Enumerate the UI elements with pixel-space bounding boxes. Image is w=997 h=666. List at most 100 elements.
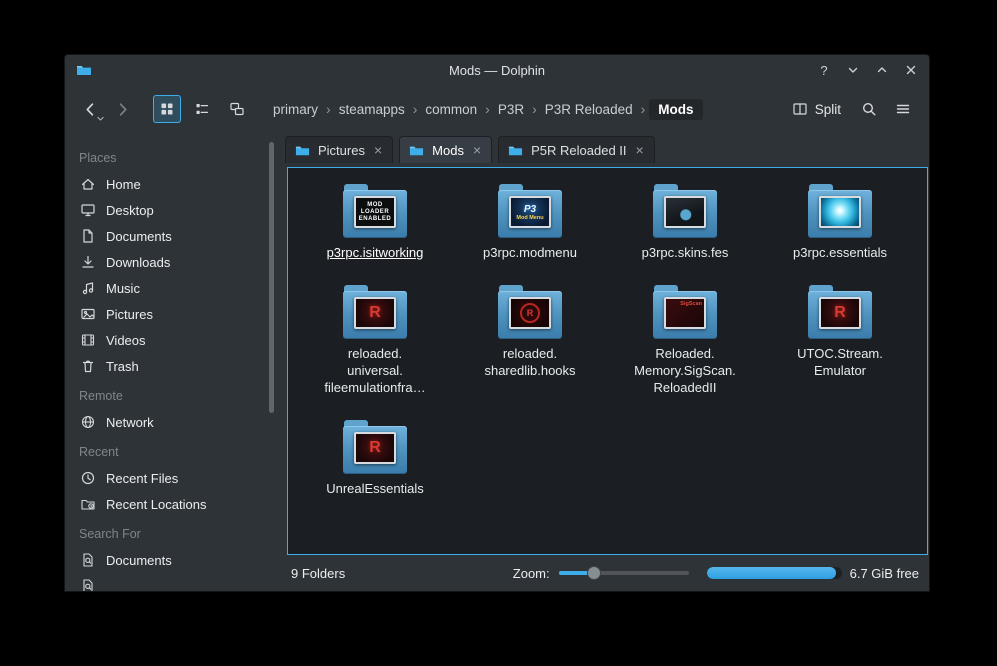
sidebar-item-pictures[interactable]: Pictures: [65, 301, 279, 327]
sidebar-item-network[interactable]: Network: [65, 409, 279, 435]
folder-icon: SigScan: [653, 285, 717, 339]
tab-label: P5R Reloaded II: [531, 142, 627, 158]
sidebar-item-label: Documents: [106, 228, 172, 244]
file-label: p3rpc.isitworking: [326, 245, 424, 260]
file-item[interactable]: R reloaded. sharedlib.hooks: [455, 285, 605, 379]
search-icon: [861, 101, 877, 117]
file-item[interactable]: P3 Mod Menu p3rpc.modmenu: [455, 184, 605, 261]
file-item[interactable]: SigScan Reloaded. Memory.SigScan. Reload…: [610, 285, 760, 396]
sidebar-item-documents[interactable]: Documents: [65, 223, 279, 249]
reloaded-logo-thumbnail: R: [819, 297, 861, 329]
zoom-slider-handle[interactable]: [586, 566, 601, 580]
breadcrumb-separator: ›: [326, 101, 331, 117]
folder-icon: MOD LOADER ENABLED: [343, 184, 407, 238]
tab-close-icon[interactable]: ×: [373, 143, 383, 157]
folder-view: MOD LOADER ENABLED p3rpc.isitworking P3 M…: [287, 167, 928, 555]
tab-close-icon[interactable]: ×: [635, 143, 645, 157]
sidebar-item-videos[interactable]: Videos: [65, 327, 279, 353]
sidebar-item-recent-files[interactable]: Recent Files: [65, 465, 279, 491]
folder-icon: [295, 143, 310, 158]
breadcrumb-item-p3r[interactable]: P3R: [496, 99, 526, 120]
tab-close-icon[interactable]: ×: [472, 143, 482, 157]
menu-button[interactable]: [889, 95, 917, 123]
sigscan-thumbnail: SigScan: [664, 297, 706, 329]
file-item[interactable]: p3rpc.skins.fes: [610, 184, 760, 261]
icons-view-button[interactable]: [153, 95, 181, 123]
zoom-slider[interactable]: [558, 566, 689, 580]
sidebar-item-home[interactable]: Home: [65, 171, 279, 197]
details-view-button[interactable]: [223, 95, 251, 123]
maximize-button[interactable]: [874, 62, 890, 78]
sidebar-item-label: Recent Locations: [106, 496, 207, 512]
essentials-thumbnail: [819, 196, 861, 228]
sidebar-item-label: Videos: [106, 332, 146, 348]
search-button[interactable]: [855, 95, 883, 123]
breadcrumb-item-p3r-reloaded[interactable]: P3R Reloaded: [543, 99, 635, 120]
close-button[interactable]: [903, 62, 919, 78]
file-label: p3rpc.essentials: [793, 245, 887, 260]
folder-icon: [653, 184, 717, 238]
window-folder-icon[interactable]: [75, 62, 93, 78]
chevron-up-icon: [876, 64, 888, 76]
file-label: reloaded. universal. fileemulationfra…: [324, 346, 426, 395]
status-bar: 9 Folders Zoom: 6.7 GiB free: [279, 555, 929, 591]
sidebar-item-desktop[interactable]: Desktop: [65, 197, 279, 223]
file-label: reloaded. sharedlib.hooks: [484, 346, 576, 378]
tab-label: Pictures: [318, 142, 365, 158]
breadcrumb-item-steamapps[interactable]: steamapps: [337, 99, 407, 120]
globe-icon: [80, 414, 96, 430]
folder-count: 9 Folders: [291, 565, 346, 581]
mod-loader-thumbnail: MOD LOADER ENABLED: [354, 196, 396, 228]
forward-button[interactable]: [109, 96, 135, 122]
file-item[interactable]: R UnrealEssentials: [300, 420, 450, 497]
sidebar-item-clipped[interactable]: [65, 573, 279, 591]
sidebar-scrollbar[interactable]: [269, 142, 274, 413]
hooks-logo-thumbnail: R: [509, 297, 551, 329]
grid-view-icon: [159, 101, 175, 117]
close-icon: [905, 64, 917, 76]
search-for-section-header: Search For: [79, 527, 141, 541]
minimize-button[interactable]: [845, 62, 861, 78]
sidebar-item-downloads[interactable]: Downloads: [65, 249, 279, 275]
breadcrumb-item-common[interactable]: common: [423, 99, 479, 120]
sidebar-item-search-documents[interactable]: Documents: [65, 547, 279, 573]
sidebar-item-label: Pictures: [106, 306, 153, 322]
folder-icon: [409, 143, 424, 158]
file-label: Reloaded. Memory.SigScan. ReloadedII: [634, 346, 736, 395]
breadcrumb-item-primary[interactable]: primary: [271, 99, 320, 120]
tab-pictures[interactable]: Pictures ×: [285, 136, 394, 163]
sidebar-item-music[interactable]: Music: [65, 275, 279, 301]
file-item[interactable]: p3rpc.essentials: [765, 184, 915, 261]
folder-icon: P3 Mod Menu: [498, 184, 562, 238]
tab-p5r-reloaded-ii[interactable]: P5R Reloaded II ×: [498, 136, 655, 163]
sidebar-item-trash[interactable]: Trash: [65, 353, 279, 379]
dolphin-window: Mods — Dolphin ? primary › steamapps › c…: [64, 54, 930, 592]
folder-icon: R: [343, 420, 407, 474]
clock-icon: [80, 470, 96, 486]
tab-bar: Pictures × Mods × P5R Reloaded II ×: [279, 133, 929, 163]
titlebar: Mods — Dolphin ?: [65, 55, 929, 85]
breadcrumb-separator: ›: [485, 101, 490, 117]
free-space-label: 6.7 GiB free: [849, 565, 919, 581]
sidebar-item-label: Documents: [106, 552, 172, 568]
file-item[interactable]: R reloaded. universal. fileemulationfra…: [300, 285, 450, 396]
back-button[interactable]: [77, 96, 103, 122]
breadcrumb-separator: ›: [532, 101, 537, 117]
file-label: p3rpc.modmenu: [483, 245, 577, 260]
sidebar-item-label: Trash: [106, 358, 139, 374]
split-view-icon: [792, 101, 808, 117]
compact-view-button[interactable]: [188, 95, 216, 123]
recent-section-header: Recent: [79, 445, 119, 459]
split-button[interactable]: Split: [784, 97, 849, 121]
tab-mods[interactable]: Mods ×: [399, 136, 493, 163]
breadcrumb-item-mods-current[interactable]: Mods: [649, 98, 703, 120]
file-item[interactable]: MOD LOADER ENABLED p3rpc.isitworking: [300, 184, 450, 261]
folder-clock-icon: [80, 496, 96, 512]
mod-menu-thumbnail: P3 Mod Menu: [509, 196, 551, 228]
trash-icon: [80, 358, 96, 374]
folder-icon: R: [498, 285, 562, 339]
help-button[interactable]: ?: [816, 62, 832, 78]
sidebar-item-recent-locations[interactable]: Recent Locations: [65, 491, 279, 517]
file-item[interactable]: R UTOC.Stream. Emulator: [765, 285, 915, 379]
zoom-control: Zoom:: [513, 566, 689, 581]
